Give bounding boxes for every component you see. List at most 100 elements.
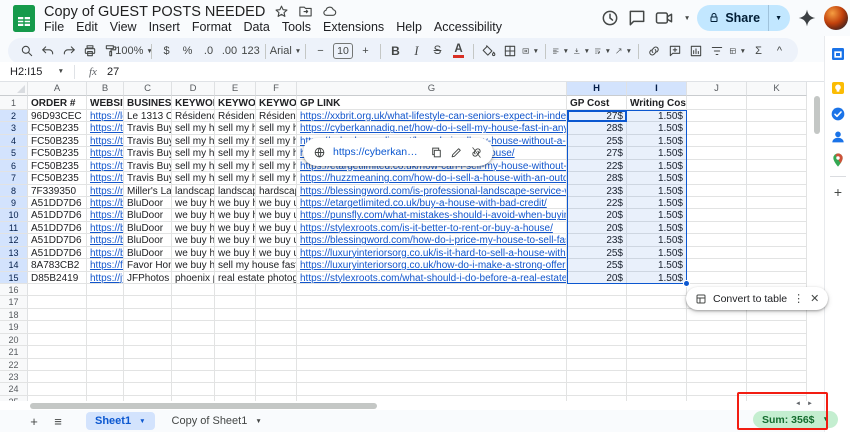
cell-E20[interactable] bbox=[215, 334, 256, 346]
cell-C21[interactable] bbox=[124, 346, 172, 358]
cell-K12[interactable] bbox=[747, 234, 807, 246]
cell-I9[interactable]: 1.50$ bbox=[627, 197, 687, 209]
cell-I4[interactable]: 1.50$ bbox=[627, 135, 687, 147]
cell-J12[interactable] bbox=[687, 234, 747, 246]
cell-C5[interactable]: Travis Buys bbox=[124, 147, 172, 159]
cell-E15[interactable]: real estate photography bbox=[215, 272, 297, 284]
cell-G7[interactable]: https://huzzmeaning.com/how-do-i-sell-a-… bbox=[297, 172, 567, 184]
menu-extensions[interactable]: Extensions bbox=[317, 19, 390, 35]
cell-C14[interactable]: Favor Hom bbox=[124, 259, 172, 271]
cell-J25[interactable] bbox=[687, 396, 747, 401]
cell-E10[interactable]: we buy hou bbox=[215, 209, 256, 221]
cell-F2[interactable]: Résidence bbox=[256, 110, 297, 122]
cell-D4[interactable]: sell my hou bbox=[172, 135, 215, 147]
cell-F22[interactable] bbox=[256, 359, 297, 371]
vertical-scrollbar[interactable] bbox=[813, 96, 821, 396]
vertical-scrollbar-thumb[interactable] bbox=[814, 96, 820, 134]
cell-J6[interactable] bbox=[687, 160, 747, 172]
cell-B16[interactable] bbox=[87, 284, 124, 296]
cell-G24[interactable] bbox=[297, 383, 567, 395]
cloud-status-icon[interactable] bbox=[322, 4, 337, 19]
cell-F7[interactable]: sell my hou bbox=[256, 172, 297, 184]
cell-F20[interactable] bbox=[256, 334, 297, 346]
cell-I10[interactable]: 1.50$ bbox=[627, 209, 687, 221]
cell-D11[interactable]: we buy hou bbox=[172, 222, 215, 234]
cell-D3[interactable]: sell my hou bbox=[172, 122, 215, 134]
cell-E7[interactable]: sell my hou bbox=[215, 172, 256, 184]
cell-F6[interactable]: sell my hou bbox=[256, 160, 297, 172]
cell-B25[interactable] bbox=[87, 396, 124, 401]
cell-F8[interactable]: hardscape bbox=[256, 185, 297, 197]
format-currency-button[interactable]: $ bbox=[156, 40, 177, 62]
cell-K20[interactable] bbox=[747, 334, 807, 346]
document-title[interactable]: Copy of GUEST POSTS NEEDED bbox=[44, 4, 265, 20]
row-header-13[interactable]: 13 bbox=[0, 247, 28, 259]
cell-C18[interactable] bbox=[124, 309, 172, 321]
cell-B20[interactable] bbox=[87, 334, 124, 346]
font-size-decrease-button[interactable]: − bbox=[310, 40, 331, 62]
cell-J14[interactable] bbox=[687, 259, 747, 271]
cell-F17[interactable] bbox=[256, 296, 297, 308]
cell-A7[interactable]: FC50B235 bbox=[28, 172, 87, 184]
meet-video-icon[interactable] bbox=[654, 8, 674, 28]
cell-D18[interactable] bbox=[172, 309, 215, 321]
row-header-7[interactable]: 7 bbox=[0, 172, 28, 184]
cell-K10[interactable] bbox=[747, 209, 807, 221]
cell-I25[interactable] bbox=[627, 396, 687, 401]
cell-H5[interactable]: 27$ bbox=[567, 147, 627, 159]
cell-I19[interactable] bbox=[627, 321, 687, 333]
cell-I21[interactable] bbox=[627, 346, 687, 358]
decrease-decimals-button[interactable]: .0 bbox=[198, 40, 219, 62]
fill-color-icon[interactable] bbox=[478, 40, 499, 62]
cell-E17[interactable] bbox=[215, 296, 256, 308]
cell-C19[interactable] bbox=[124, 321, 172, 333]
cell-E9[interactable]: we buy hou bbox=[215, 197, 256, 209]
cell-B12[interactable]: https://blud bbox=[87, 234, 124, 246]
column-header-D[interactable]: D bbox=[172, 82, 215, 96]
sheet-tab-sheet1[interactable]: Sheet1▼ bbox=[86, 412, 155, 430]
cell-K24[interactable] bbox=[747, 383, 807, 395]
text-color-button[interactable]: A bbox=[448, 40, 469, 62]
cell-J9[interactable] bbox=[687, 197, 747, 209]
popup-close-icon[interactable]: ✕ bbox=[810, 292, 819, 305]
cell-A20[interactable] bbox=[28, 334, 87, 346]
row-header-5[interactable]: 5 bbox=[0, 147, 28, 159]
cell-C24[interactable] bbox=[124, 383, 172, 395]
cell-K3[interactable] bbox=[747, 122, 807, 134]
link-url[interactable]: https://cyberkannadi... bbox=[333, 146, 423, 158]
cell-E8[interactable]: landscaper bbox=[215, 185, 256, 197]
cell-H15[interactable]: 20$ bbox=[567, 272, 627, 284]
cell-I3[interactable]: 1.50$ bbox=[627, 122, 687, 134]
cell-A9[interactable]: A51DD7D6 bbox=[28, 197, 87, 209]
cell-J10[interactable] bbox=[687, 209, 747, 221]
row-header-16[interactable]: 16 bbox=[0, 284, 28, 296]
cell-A21[interactable] bbox=[28, 346, 87, 358]
table-views-icon[interactable]: ▼ bbox=[727, 40, 748, 62]
cell-K23[interactable] bbox=[747, 371, 807, 383]
cell-A25[interactable] bbox=[28, 396, 87, 401]
cell-J21[interactable] bbox=[687, 346, 747, 358]
cell-A22[interactable] bbox=[28, 359, 87, 371]
cell-G22[interactable] bbox=[297, 359, 567, 371]
cell-G21[interactable] bbox=[297, 346, 567, 358]
column-header-K[interactable]: K bbox=[747, 82, 807, 96]
cell-E23[interactable] bbox=[215, 371, 256, 383]
row-header-23[interactable]: 23 bbox=[0, 371, 28, 383]
cell-H21[interactable] bbox=[567, 346, 627, 358]
functions-button[interactable]: Σ bbox=[748, 40, 769, 62]
cell-A10[interactable]: A51DD7D6 bbox=[28, 209, 87, 221]
cell-H22[interactable] bbox=[567, 359, 627, 371]
cell-H18[interactable] bbox=[567, 309, 627, 321]
cell-H2[interactable]: 27$ bbox=[567, 110, 627, 122]
cell-H12[interactable]: 23$ bbox=[567, 234, 627, 246]
fill-handle[interactable] bbox=[683, 280, 690, 287]
row-header-22[interactable]: 22 bbox=[0, 359, 28, 371]
cell-C15[interactable]: JFPhotos bbox=[124, 272, 172, 284]
font-size-increase-button[interactable]: + bbox=[355, 40, 376, 62]
cell-I20[interactable] bbox=[627, 334, 687, 346]
add-sheet-icon[interactable]: + bbox=[24, 414, 44, 429]
cell-F9[interactable]: we buy ugh bbox=[256, 197, 297, 209]
cell-J4[interactable] bbox=[687, 135, 747, 147]
cell-B11[interactable]: https://blud bbox=[87, 222, 124, 234]
menu-tools[interactable]: Tools bbox=[276, 19, 317, 35]
